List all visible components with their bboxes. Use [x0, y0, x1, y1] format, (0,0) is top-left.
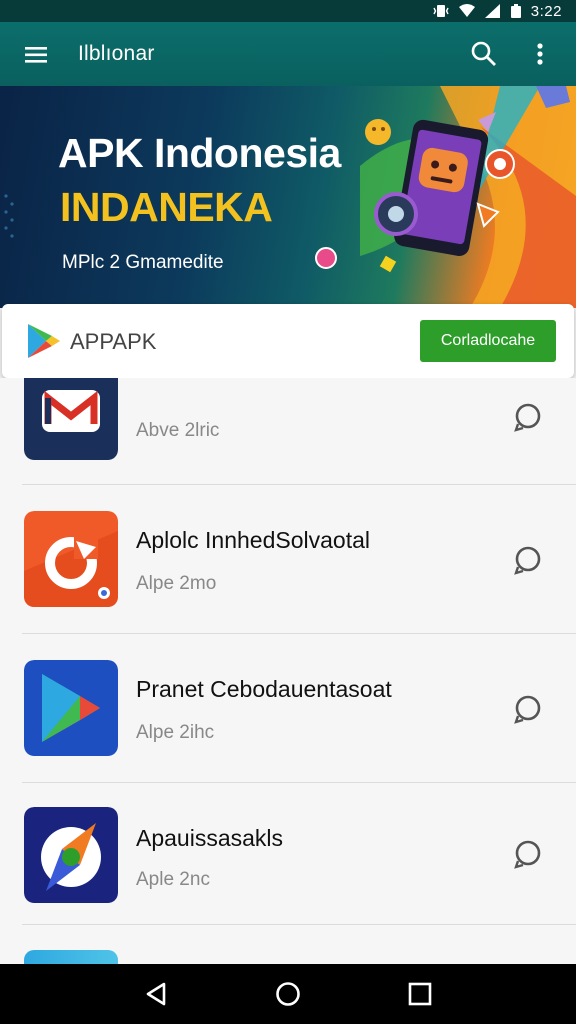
refresh-icon[interactable] [512, 837, 544, 869]
wifi-icon [458, 4, 475, 17]
app-bar: Ilblıonar [0, 22, 576, 86]
app-name: Pranet Cebodauentasoat [136, 676, 392, 702]
list-item[interactable] [0, 938, 576, 964]
play-triangle-icon [24, 660, 118, 756]
banner-tagline: MPlc 2 Gmamedite [62, 252, 224, 273]
banner-subtitle: INDANEKA [60, 184, 273, 230]
list-item[interactable]: Apauissasakls Aple 2nc [0, 783, 576, 931]
refresh-icon[interactable] [512, 400, 544, 432]
app-name: Aplolc InnhedSolvaotal [136, 527, 370, 553]
status-bar: 3:22 [0, 0, 576, 22]
status-time: 3:22 [530, 2, 562, 20]
search-icon[interactable] [468, 38, 500, 70]
compass-icon [24, 807, 118, 903]
app-list: Abve 2lric Aplolc InnhedSolvaotal Alpe 2… [0, 378, 576, 964]
list-item[interactable]: Pranet Cebodauentasoat Alpe 2ihc [0, 634, 576, 782]
download-button[interactable]: Corladlocahe [420, 320, 556, 362]
menu-icon[interactable] [22, 42, 52, 68]
more-vert-icon[interactable] [528, 38, 552, 70]
divider [22, 924, 576, 925]
appapk-label: APPAPK [70, 329, 157, 354]
battery-icon [510, 4, 521, 18]
app-subtitle: Abve 2lric [136, 420, 220, 441]
list-item[interactable]: Aplolc InnhedSolvaotal Alpe 2mo [0, 485, 576, 633]
orange-refresh-icon [24, 511, 118, 607]
app-subtitle: Alpe 2ihc [136, 722, 215, 743]
navigation-bar [0, 964, 576, 1024]
status-icons: 3:22 [433, 0, 562, 22]
gmail-style-icon [24, 378, 118, 460]
app-bar-title: Ilblıonar [78, 42, 155, 65]
app-subtitle: Aple 2nc [136, 869, 210, 890]
banner-title: APK Indonesia [58, 130, 341, 176]
promo-banner[interactable]: APK Indonesia INDANEKA MPlc 2 Gmamedite [0, 86, 576, 308]
refresh-icon[interactable] [512, 543, 544, 575]
signal-icon [484, 4, 500, 18]
appapk-card: APPAPK Corladlocahe [2, 304, 574, 378]
vibrate-icon [433, 5, 449, 17]
app-subtitle: Alpe 2mo [136, 573, 217, 594]
app-icon [24, 950, 118, 964]
home-icon[interactable] [272, 978, 304, 1010]
list-item[interactable]: Abve 2lric [0, 378, 576, 484]
app-name: Apauissasakls [136, 825, 284, 851]
play-store-icon [28, 324, 60, 358]
refresh-icon[interactable] [512, 692, 544, 724]
back-icon[interactable] [140, 978, 172, 1010]
recents-icon[interactable] [404, 978, 436, 1010]
